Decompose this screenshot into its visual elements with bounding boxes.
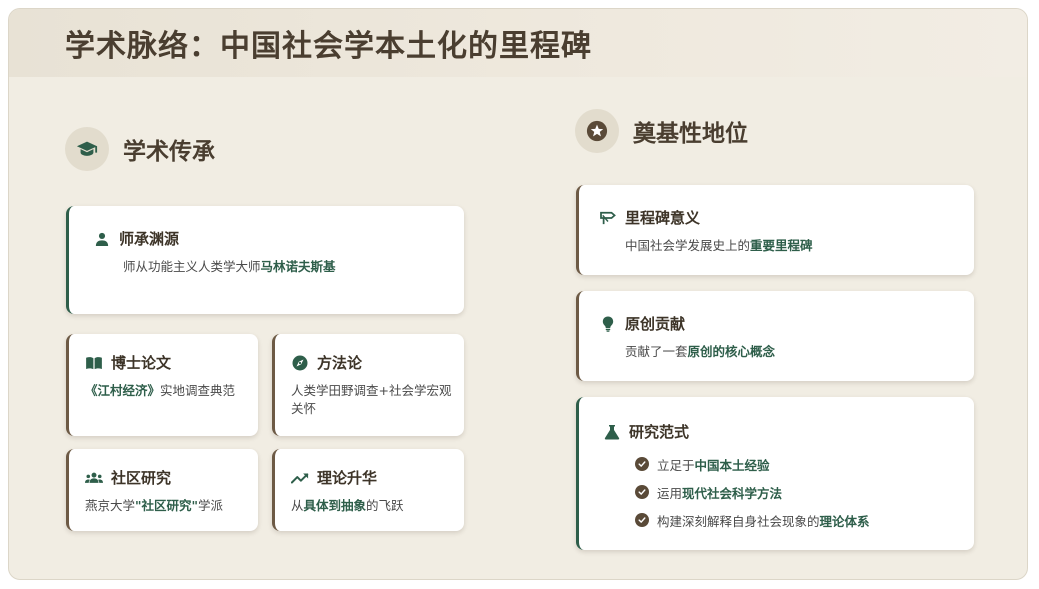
lightbulb-icon [599, 315, 617, 333]
check-circle-icon [635, 457, 649, 471]
card-description: 从具体到抽象的飞跃 [291, 498, 404, 513]
card-title: 研究范式 [629, 423, 690, 441]
card-title: 社区研究 [111, 469, 172, 487]
card-research-paradigm: 研究范式 立足于 中国本土经验 运用 现代社会科学方法 构建深刻解释自身社会现象的理… [576, 397, 974, 550]
card-phd-thesis: 博士论文 《江村经济》实地调查典范 [66, 334, 258, 436]
person-icon [93, 230, 111, 248]
card-title: 里程碑意义 [625, 209, 701, 227]
paradigm-list: 立足于 中国本土经验 运用 现代社会科学方法 构建深刻解释自身社会现象的 理论体系 [603, 450, 974, 534]
star-icon [575, 109, 619, 153]
signpost-icon [599, 209, 617, 227]
list-item: 构建深刻解释自身社会现象的 理论体系 [635, 506, 974, 534]
list-item: 立足于 中国本土经验 [635, 450, 974, 478]
check-circle-icon [635, 485, 649, 499]
card-description: 人类学田野调查+社会学宏观关怀 [291, 383, 452, 416]
card-title: 博士论文 [111, 354, 172, 372]
trend-up-icon [291, 469, 309, 487]
graduation-cap-icon [65, 127, 109, 171]
compass-icon [291, 354, 309, 372]
card-title: 原创贡献 [625, 315, 686, 333]
card-theory-elevation: 理论升华 从具体到抽象的飞跃 [272, 449, 464, 531]
card-mentor: 师承渊源 师从功能主义人类学大师马林诺夫斯基 [66, 206, 464, 314]
card-title: 方法论 [317, 354, 363, 372]
card-description: 《江村经济》实地调查典范 [85, 383, 236, 398]
card-description: 中国社会学发展史上的重要里程碑 [625, 238, 813, 253]
card-description: 贡献了一套原创的核心概念 [625, 344, 776, 359]
list-item: 运用 现代社会科学方法 [635, 478, 974, 506]
page-title: 学术脉络：中国社会学本土化的里程碑 [65, 29, 592, 64]
section-title: 奠基性地位 [633, 120, 748, 147]
flask-icon [603, 423, 621, 441]
card-community-research: 社区研究 燕京大学"社区研究"学派 [66, 449, 258, 531]
users-icon [85, 469, 103, 487]
header-bar: 学术脉络：中国社会学本土化的里程碑 [9, 9, 1027, 77]
card-original-contribution: 原创贡献 贡献了一套原创的核心概念 [576, 291, 974, 381]
section-title: 学术传承 [123, 138, 215, 165]
book-icon [85, 354, 103, 372]
section-header-foundational-status: 奠基性地位 [575, 109, 748, 153]
card-description: 师从功能主义人类学大师马林诺夫斯基 [123, 259, 336, 274]
card-milestone-significance: 里程碑意义 中国社会学发展史上的重要里程碑 [576, 185, 974, 275]
card-title: 理论升华 [317, 469, 378, 487]
check-circle-icon [635, 513, 649, 527]
section-header-academic-heritage: 学术传承 [65, 127, 215, 171]
slide-frame: 学术脉络：中国社会学本土化的里程碑 学术传承 师承渊源 师从功能主义人类学大师马… [8, 8, 1028, 580]
card-title: 师承渊源 [119, 230, 180, 248]
card-description: 燕京大学"社区研究"学派 [85, 498, 224, 513]
card-methodology: 方法论 人类学田野调查+社会学宏观关怀 [272, 334, 464, 436]
